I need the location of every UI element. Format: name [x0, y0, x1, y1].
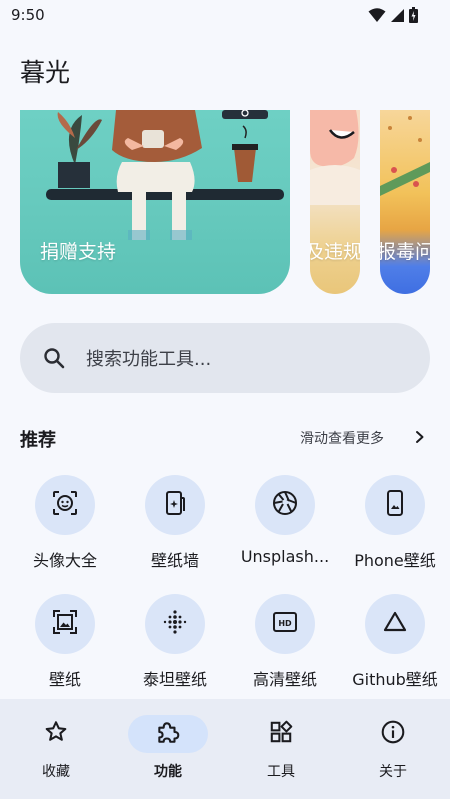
app-title: 暮光 [20, 58, 71, 87]
nav-item-features[interactable]: 功能 [112, 699, 224, 799]
battery-charging-icon [409, 7, 418, 23]
tile-label: Unsplash... [240, 547, 330, 566]
cellular-signal-icon [390, 8, 405, 23]
image-frame-icon [51, 608, 79, 640]
chevron-right-icon[interactable] [414, 429, 426, 448]
tile-titan-wallpaper[interactable]: 泰坦壁纸 [120, 594, 230, 704]
tile-wallpaper-wall[interactable]: 壁纸墙 [120, 475, 230, 585]
nav-item-favorites[interactable]: 收藏 [0, 699, 112, 799]
tile-icon-circle [145, 594, 205, 654]
search-icon [42, 346, 66, 374]
nav-label: 工具 [267, 764, 295, 780]
tile-wallpaper[interactable]: 壁纸 [10, 594, 120, 704]
info-icon [380, 719, 406, 749]
widgets-icon [268, 719, 294, 749]
banner-illustration [46, 110, 284, 240]
tile-icon-circle: HD [255, 594, 315, 654]
dot-grid-icon [161, 608, 189, 640]
tile-label: 高清壁纸 [252, 670, 317, 689]
tile-icon-circle [365, 475, 425, 535]
phone-wallpaper-icon [381, 489, 409, 521]
nav-item-tools[interactable]: 工具 [225, 699, 337, 799]
tile-github-wallpaper[interactable]: Github壁纸 [340, 594, 450, 704]
face-avatar-icon [51, 489, 79, 521]
tile-phone-wallpaper[interactable]: Phone壁纸 [340, 475, 450, 585]
wallpaper-wall-icon [161, 489, 189, 521]
section-title-recommend: 推荐 [20, 430, 56, 451]
tile-label: 壁纸墙 [150, 551, 199, 570]
see-more-link[interactable]: 滑动查看更多 [300, 428, 384, 448]
nav-pill [16, 715, 96, 753]
star-icon [43, 719, 69, 749]
nav-label: 功能 [154, 764, 182, 780]
tile-hd-wallpaper[interactable]: HD 高清壁纸 [230, 594, 340, 704]
banner-label: 捐赠支持 [40, 241, 117, 263]
puzzle-icon [155, 719, 181, 749]
tile-label: 泰坦壁纸 [142, 670, 207, 689]
nav-pill [353, 715, 433, 753]
nav-label: 收藏 [42, 764, 70, 780]
tile-unsplash[interactable]: Unsplash... [230, 475, 340, 585]
nav-item-about[interactable]: 关于 [337, 699, 449, 799]
status-time: 9:50 [11, 6, 45, 24]
nav-label: 关于 [379, 764, 407, 780]
tile-icon-circle [35, 594, 95, 654]
hd-icon: HD [271, 608, 299, 640]
nav-pill-active [128, 715, 208, 753]
banner-label: 及违规 [310, 241, 360, 263]
status-bar: 9:50 [0, 0, 450, 32]
tile-icon-circle [35, 475, 95, 535]
camera-shutter-icon [271, 489, 299, 521]
tile-icon-circle [255, 475, 315, 535]
bottom-nav: 收藏 功能 工具 关于 [0, 699, 450, 799]
banner-label: 报毒问 [380, 241, 430, 263]
banner-antivirus[interactable]: 报毒问 [380, 110, 430, 294]
search-bar[interactable] [20, 323, 430, 393]
banner-violation[interactable]: 及违规 [310, 110, 360, 294]
tile-label: Phone壁纸 [354, 551, 436, 570]
triangle-icon [381, 608, 409, 640]
banner-illustration [310, 110, 360, 205]
tile-label: 壁纸 [48, 670, 81, 689]
wifi-icon [368, 7, 386, 23]
status-icons [368, 7, 418, 23]
banner-donate[interactable]: 捐赠支持 [20, 110, 290, 294]
nav-pill [241, 715, 321, 753]
tile-avatar[interactable]: 头像大全 [10, 475, 120, 585]
banner-carousel[interactable]: 捐赠支持 及违规 报毒问 [0, 110, 450, 294]
svg-text:HD: HD [278, 619, 292, 628]
tile-label: 头像大全 [32, 551, 97, 570]
tile-label: Github壁纸 [352, 670, 438, 689]
tile-icon-circle [365, 594, 425, 654]
search-placeholder: 搜索功能工具... [86, 349, 212, 370]
banner-illustration [380, 116, 430, 196]
tile-icon-circle [145, 475, 205, 535]
